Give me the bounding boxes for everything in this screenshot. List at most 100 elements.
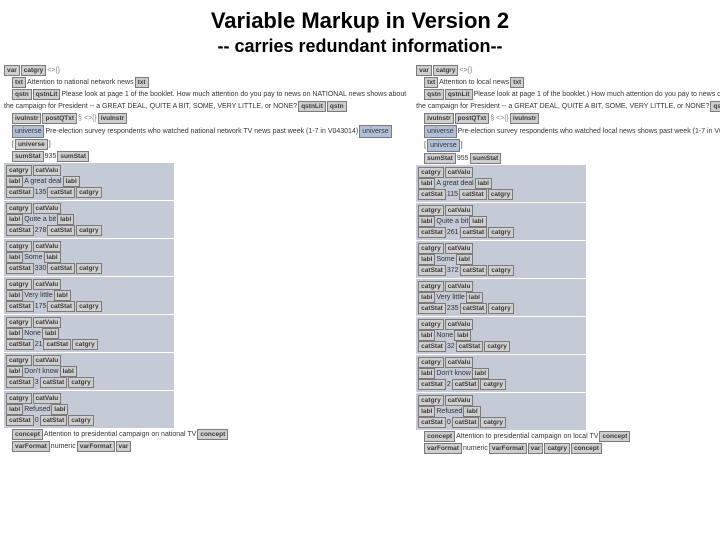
tag-catgry: catgry	[418, 357, 444, 368]
category-block-2: catgrycatValu lablQuite a bitlabl catSta…	[416, 203, 586, 240]
tag-close: catStat	[43, 339, 71, 350]
tag-labl: labl	[6, 214, 23, 225]
tag-close: catStat	[460, 303, 488, 314]
tag-universe: universe	[424, 125, 456, 138]
cat-val: 32	[447, 341, 455, 352]
tag-catgry: catgry	[6, 165, 32, 176]
varformat-text: numeric	[463, 443, 488, 454]
tag-sumStat: sumStat	[12, 151, 44, 162]
tag-close: sumStat	[57, 151, 89, 162]
tag-catValu: catValu	[445, 243, 474, 254]
tag-labl: labl	[6, 176, 23, 187]
tag-catValu: catValu	[33, 355, 62, 366]
tag-catgry: catgry	[418, 319, 444, 330]
tag-close: labl	[454, 330, 471, 341]
page-subtitle: -- carries redundant information--	[0, 36, 720, 57]
tag-close: catgry	[68, 415, 94, 426]
tag-qstn: qstn	[12, 89, 32, 100]
tag-catgry: catgry	[418, 205, 444, 216]
tag-catgry: catgry	[6, 241, 32, 252]
tag-labl: labl	[418, 254, 435, 265]
tag-universe: universe	[12, 125, 44, 138]
tag-catgry: catgry	[6, 317, 32, 328]
tag-catValu: catValu	[33, 317, 62, 328]
tag-catgry: catgry	[6, 355, 32, 366]
cat-val: 278	[35, 225, 47, 236]
tag-catStat: catStat	[6, 415, 34, 426]
caret: § <>{}	[78, 113, 97, 124]
universe-text: Pre-election survey respondents who watc…	[45, 126, 358, 137]
tag-labl: labl	[6, 252, 23, 263]
category-block-8: catgrycatValu lablDon't knowlabl catStat…	[416, 355, 586, 392]
tag-close: catStat	[40, 415, 68, 426]
tag-labl: labl	[418, 216, 435, 227]
category-block-5: catgrycatValu lablNonelabl catStat32catS…	[416, 317, 586, 354]
tag-catgry: catgry	[21, 65, 47, 76]
right-column: varcatgry<>{} txtAttention to local news…	[416, 65, 720, 455]
cat-label: Some	[24, 252, 42, 263]
tag-universe: universe	[427, 139, 459, 152]
tag-close: catStat	[452, 379, 480, 390]
tag-close: varFormat	[489, 443, 527, 454]
tag-close: catgry	[68, 377, 94, 388]
tag-close: catgry	[488, 189, 514, 200]
sumstat-val: 935	[45, 151, 57, 162]
tag-catgry: catgry	[6, 393, 32, 404]
tag-close: catgry	[76, 301, 102, 312]
cat-label: Quite a bit	[24, 214, 56, 225]
tag-catgry: catgry	[433, 65, 459, 76]
tag-catStat: catStat	[418, 227, 446, 238]
cat-label: Very little	[436, 292, 464, 303]
tag-close: labl	[54, 290, 71, 301]
tag-catStat: catStat	[418, 265, 446, 276]
tag-close: ivuInstr	[98, 113, 127, 124]
tag-close: catgry	[484, 341, 510, 352]
tag-universe: universe	[15, 139, 48, 150]
tag-close: var	[528, 443, 544, 454]
cat-val: 175	[35, 301, 47, 312]
tag-ivuInstr: ivuInstr	[424, 113, 453, 124]
qstn-text: Please look at page 1 of the booklet. Ho…	[61, 89, 406, 100]
universe-text: Pre-election survey respondents who watc…	[458, 126, 720, 137]
category-block-8: catgrycatValu lablDon't knowlabl catStat…	[4, 353, 174, 390]
left-column: varcatgry<>{} txtAttention to national n…	[4, 65, 406, 455]
tag-close: labl	[469, 216, 486, 227]
cat-val: 21	[35, 339, 43, 350]
tag-catValu: catValu	[445, 395, 474, 406]
caret: § <>{}	[490, 113, 509, 124]
tag-catValu: catValu	[445, 281, 474, 292]
page-title: Variable Markup in Version 2	[0, 8, 720, 34]
category-block-4: catgrycatValu lablVery littlelabl catSta…	[4, 277, 174, 314]
tag-catValu: catValu	[33, 279, 62, 290]
tag-close: catStat	[47, 301, 75, 312]
cat-val: 0	[447, 417, 451, 428]
xml-columns: varcatgry<>{} txtAttention to national n…	[0, 57, 720, 455]
tag-catValu: catValu	[33, 203, 62, 214]
tag-txt: txt	[424, 77, 438, 88]
tag-labl: labl	[418, 292, 435, 303]
category-block-3: catgrycatValu lablSomelabl catStat372cat…	[416, 241, 586, 278]
cat-label: A great deal	[24, 176, 61, 187]
cat-label: Refused	[24, 404, 50, 415]
tag-catValu: catValu	[445, 167, 474, 178]
tag-qstnlit: qstnLit	[445, 89, 473, 100]
cat-label: Quite a bit	[436, 216, 468, 227]
category-block-3: catgrycatValu lablSomelabl catStat330cat…	[4, 239, 174, 276]
tag-labl: labl	[418, 406, 435, 417]
tag-close: txt	[510, 77, 524, 88]
tag-close: catStat	[40, 377, 68, 388]
tag-close: labl	[57, 214, 74, 225]
tag-varFormat: varFormat	[424, 443, 462, 454]
tag-labl: labl	[6, 404, 23, 415]
cat-label: Refused	[436, 406, 462, 417]
varformat-text: numeric	[51, 441, 76, 452]
caret: <>{}	[47, 65, 60, 76]
tag-close: catStat	[460, 265, 488, 276]
cat-val: 372	[447, 265, 459, 276]
tag-catStat: catStat	[418, 379, 446, 390]
tag-close: catStat	[47, 187, 75, 198]
tag-close: labl	[44, 252, 61, 263]
tag-varFormat: varFormat	[12, 441, 50, 452]
tag-catStat: catStat	[6, 339, 34, 350]
tag-catgry: catgry	[6, 279, 32, 290]
